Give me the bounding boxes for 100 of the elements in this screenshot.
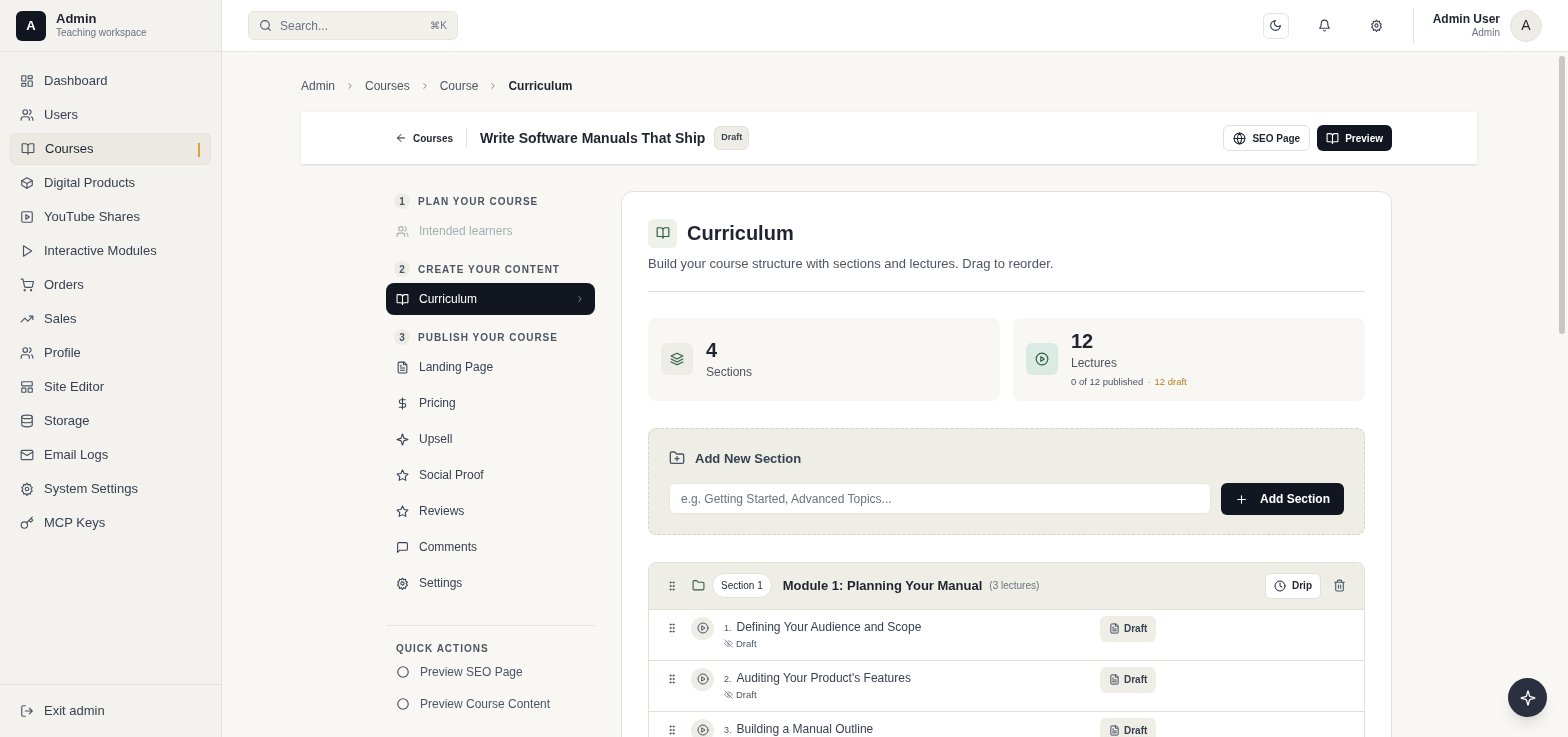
seo-page-button[interactable]: SEO Page: [1223, 125, 1311, 151]
user-avatar[interactable]: A: [1510, 9, 1542, 42]
quick-action-link[interactable]: Preview Course Content: [386, 688, 595, 720]
message-icon: [396, 540, 409, 554]
play-circle-icon: [696, 724, 709, 736]
globe-icon: [1233, 131, 1247, 145]
stat-value: 4: [706, 338, 719, 363]
sidebar-nav-item[interactable]: Storage: [10, 405, 211, 437]
step-nav-item[interactable]: Landing Page: [386, 351, 595, 383]
section-name-field[interactable]: e.g. Getting Started, Advanced Topics...: [669, 483, 1211, 514]
sidebar-nav-item[interactable]: YouTube Shares: [10, 201, 211, 233]
cart-icon: [20, 278, 34, 292]
draft-count: 12 draft: [1154, 375, 1187, 390]
sidebar-nav-item[interactable]: Courses: [10, 133, 211, 165]
document-icon: [1109, 623, 1120, 634]
quick-actions-heading: QUICK ACTIONS: [395, 642, 490, 656]
workspace-subtitle: Teaching workspace: [56, 27, 147, 40]
status-badge: Draft: [714, 126, 750, 150]
active-indicator: [198, 143, 200, 157]
drip-button[interactable]: Drip: [1265, 572, 1321, 599]
stat-label: Lectures: [1071, 355, 1119, 373]
bell-icon: [1318, 19, 1332, 32]
theme-toggle-button[interactable]: [1262, 12, 1289, 39]
search-icon: [259, 19, 272, 32]
user-name: Admin User: [1432, 11, 1500, 27]
add-section-title: Add New Section: [695, 449, 802, 468]
play-circle-icon: [696, 622, 709, 634]
book-icon: [655, 226, 670, 240]
sidebar-nav-item[interactable]: Orders: [10, 269, 211, 301]
mail-icon: [20, 448, 34, 462]
step-nav-item[interactable]: Reviews: [386, 495, 595, 527]
step-number: 1: [394, 193, 410, 209]
stat-label: Sections: [706, 364, 753, 381]
back-link[interactable]: Courses: [395, 130, 453, 146]
breadcrumb-link[interactable]: Curriculum: [508, 77, 573, 95]
curriculum-title: Curriculum: [687, 221, 794, 246]
lecture-number: 3.: [724, 723, 732, 737]
lecture-count: (3 lectures): [989, 579, 1040, 593]
breadcrumb-link[interactable]: Admin: [301, 77, 335, 95]
folder-icon: [692, 579, 705, 592]
sidebar-nav-item[interactable]: Digital Products: [10, 167, 211, 199]
delete-section-button[interactable]: [1331, 577, 1347, 594]
package-icon: [20, 176, 34, 190]
sidebar-nav-item[interactable]: System Settings: [10, 473, 211, 505]
dashboard-icon: [20, 74, 34, 88]
sidebar-nav-item[interactable]: Sales: [10, 303, 211, 335]
step-nav-item[interactable]: Settings: [386, 567, 595, 599]
add-section-button[interactable]: Add Section: [1221, 483, 1344, 515]
document-icon: [396, 360, 409, 374]
play-circle-icon: [696, 673, 709, 685]
star-icon: [396, 504, 409, 518]
sidebar-nav-item[interactable]: Interactive Modules: [10, 235, 211, 267]
users-icon: [20, 108, 34, 122]
step-nav-item[interactable]: Upsell: [386, 423, 595, 455]
sidebar-nav-item[interactable]: Email Logs: [10, 439, 211, 471]
lecture-status-button[interactable]: Draft: [1100, 666, 1157, 693]
course-title: Write Software Manuals That Ship: [480, 128, 706, 148]
sidebar-nav-item[interactable]: MCP Keys: [10, 507, 211, 539]
eye-off-icon: [724, 690, 733, 700]
step-nav-item[interactable]: Comments: [386, 531, 595, 563]
user-icon: [20, 346, 34, 360]
section-badge: Section 1: [712, 573, 772, 598]
lecture-status: Draft: [736, 636, 757, 651]
step-number: 3: [394, 329, 410, 345]
search-input[interactable]: Search...: [280, 16, 423, 35]
trash-icon: [1332, 579, 1346, 592]
step-number: 2: [394, 261, 410, 277]
plus-icon: [1235, 492, 1248, 506]
step-nav-item[interactable]: Pricing: [386, 387, 595, 419]
search-field[interactable]: Search... ⌘K: [248, 11, 458, 40]
database-icon: [20, 414, 34, 428]
step-nav-item[interactable]: Social Proof: [386, 459, 595, 491]
preview-button[interactable]: Preview: [1317, 125, 1392, 151]
circle-icon: [396, 697, 410, 711]
section-title: Module 1: Planning Your Manual: [782, 576, 983, 595]
circle-icon: [396, 665, 410, 679]
breadcrumb-link[interactable]: Courses: [365, 77, 410, 95]
lecture-status-button[interactable]: Draft: [1100, 615, 1157, 642]
lecture-number: 1.: [724, 621, 732, 635]
book-icon: [21, 142, 35, 156]
exit-admin-link[interactable]: Exit admin: [10, 701, 115, 721]
step-nav-item[interactable]: Curriculum: [386, 283, 595, 315]
assistant-button[interactable]: [1508, 678, 1547, 717]
document-icon: [1109, 674, 1120, 685]
shortcut-hint: ⌘K: [430, 19, 447, 33]
workspace-logo: A: [16, 10, 46, 41]
settings-icon: [20, 482, 34, 496]
sidebar-nav-item[interactable]: Dashboard: [10, 65, 211, 97]
moon-icon: [1269, 19, 1283, 32]
lecture-status-button[interactable]: Draft: [1100, 717, 1157, 737]
video-icon: [20, 210, 34, 224]
users-icon: [396, 224, 409, 238]
arrow-left-icon: [395, 132, 407, 144]
breadcrumb-link[interactable]: Course: [439, 77, 479, 95]
sidebar-nav-item[interactable]: Profile: [10, 337, 211, 369]
scrollbar[interactable]: [1559, 56, 1565, 334]
sidebar-nav-item[interactable]: Site Editor: [10, 371, 211, 403]
sidebar-nav-item[interactable]: Users: [10, 99, 211, 131]
quick-action-link[interactable]: Preview SEO Page: [386, 656, 595, 688]
curriculum-description: Build your course structure with sections and lectures. Drag to reorder.: [648, 255, 1055, 273]
